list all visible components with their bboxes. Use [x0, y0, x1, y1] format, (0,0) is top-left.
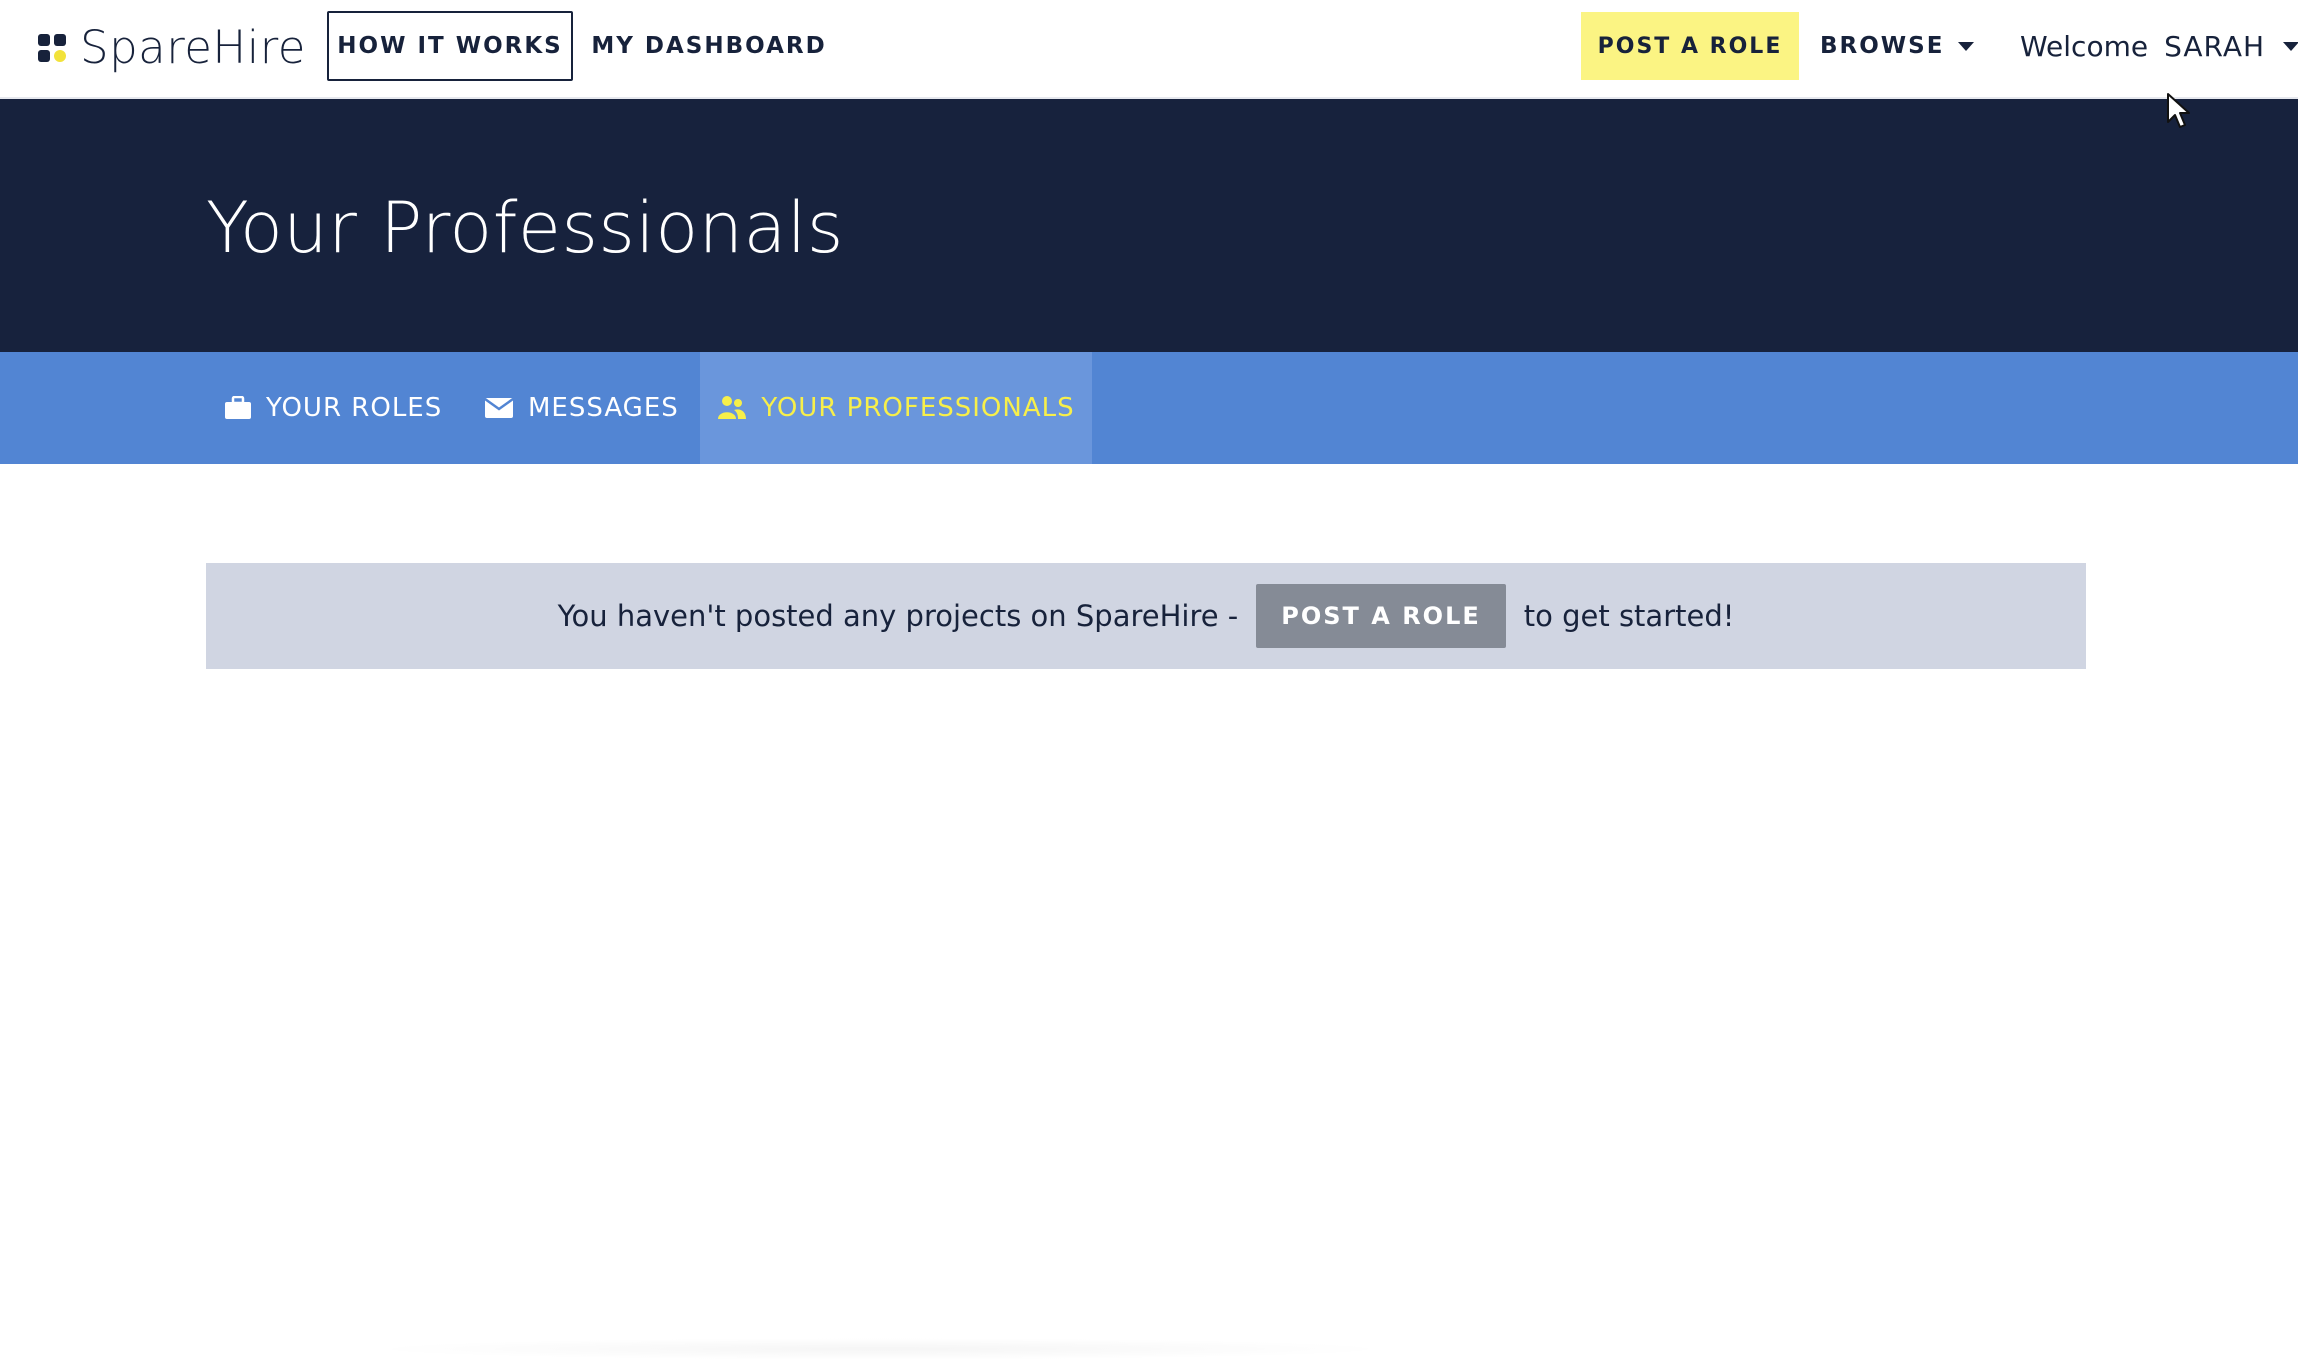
user-name: SARAH — [2164, 29, 2266, 63]
briefcase-icon — [224, 396, 252, 420]
tab-label: YOUR ROLES — [266, 393, 443, 423]
alert-text-before: You haven't posted any projects on Spare… — [557, 599, 1239, 633]
page-title: Your Professionals — [206, 187, 844, 269]
tab-your-roles[interactable]: YOUR ROLES — [224, 352, 442, 464]
chevron-down-icon — [1958, 41, 1975, 51]
user-menu[interactable]: Welcome SARAH — [2020, 11, 2298, 81]
tab-your-professionals[interactable]: YOUR PROFESSIONALS — [700, 352, 1092, 464]
empty-state-alert: You haven't posted any projects on Spare… — [206, 563, 2086, 669]
welcome-label: Welcome — [2020, 29, 2149, 63]
users-icon — [717, 395, 747, 421]
chevron-down-icon — [2283, 41, 2298, 51]
post-a-role-button[interactable]: POST A ROLE — [1581, 12, 1799, 80]
how-it-works-link[interactable]: HOW IT WORKS — [327, 11, 573, 81]
top-navbar: SpareHire HOW IT WORKS MY DASHBOARD POST… — [0, 0, 2298, 99]
browse-label: BROWSE — [1820, 33, 1945, 59]
dashboard-tabs: YOUR ROLES MESSAGES YOUR PROFESSIONALS — [0, 352, 2298, 464]
page-hero: Your Professionals — [0, 99, 2298, 352]
alert-post-a-role-button[interactable]: POST A ROLE — [1256, 584, 1506, 648]
browse-dropdown[interactable]: BROWSE — [1820, 11, 1975, 81]
footer-shadow — [360, 1338, 1400, 1360]
logo-mark-icon — [38, 34, 66, 62]
tab-messages[interactable]: MESSAGES — [484, 352, 679, 464]
envelope-icon — [484, 397, 514, 419]
mouse-cursor-icon — [2167, 93, 2190, 128]
logo-text: SpareHire — [80, 21, 306, 74]
my-dashboard-link[interactable]: MY DASHBOARD — [591, 11, 824, 81]
sparehire-logo[interactable]: SpareHire — [38, 22, 306, 74]
tab-label: YOUR PROFESSIONALS — [761, 393, 1075, 423]
alert-text-after: to get started! — [1523, 599, 1735, 633]
tab-label: MESSAGES — [528, 393, 679, 423]
